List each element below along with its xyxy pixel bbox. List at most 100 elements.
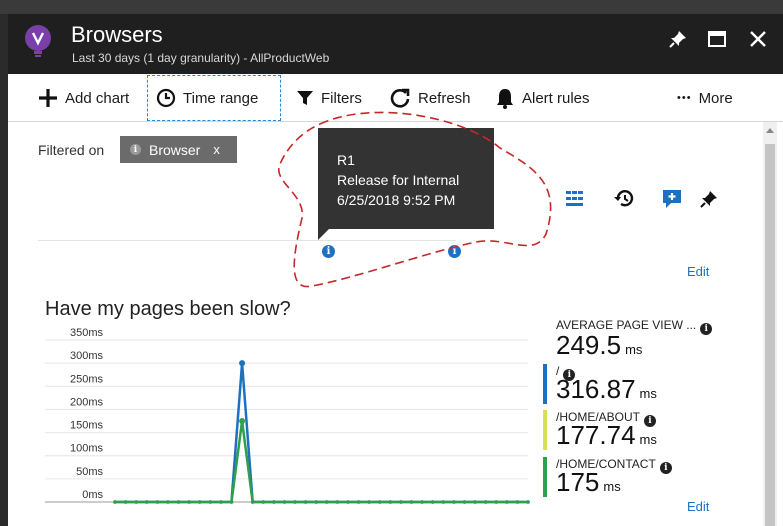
data-point: [409, 500, 414, 504]
metric-value-average: 249.5 ms: [556, 330, 643, 360]
filter-chip-label: Browser: [149, 141, 201, 158]
data-point: [505, 500, 509, 504]
data-point: [293, 500, 297, 504]
data-point: [335, 500, 340, 504]
edit-link[interactable]: Edit: [687, 264, 709, 279]
series-color-bar-root: [543, 364, 547, 404]
data-point: [452, 500, 456, 504]
data-point: [113, 500, 117, 504]
y-tick-label: 350ms: [70, 327, 104, 339]
remove-filter-button[interactable]: x: [213, 142, 220, 157]
pin-icon[interactable]: [665, 26, 691, 52]
data-point: [123, 500, 128, 504]
data-point: [282, 500, 287, 504]
data-point: [239, 418, 246, 424]
data-point: [430, 500, 435, 504]
maximize-icon[interactable]: [704, 26, 730, 52]
data-point: [483, 500, 488, 504]
funnel-icon: [297, 91, 313, 105]
close-icon[interactable]: [745, 26, 771, 52]
data-point: [399, 500, 403, 504]
data-point: [377, 500, 382, 504]
y-tick-label: 200ms: [70, 396, 104, 408]
data-point: [239, 360, 246, 367]
edit-link[interactable]: Edit: [687, 499, 709, 514]
tooltip-description: Release for Internal: [337, 172, 460, 188]
tooltip-timestamp: 6/25/2018 9:52 PM: [337, 192, 456, 208]
annotation-tooltip: R1 Release for Internal 6/25/2018 9:52 P…: [318, 128, 494, 229]
annotation-marker[interactable]: i: [322, 245, 335, 258]
blade-subtitle: Last 30 days (1 day granularity) - AllPr…: [72, 51, 330, 65]
scroll-up-arrow-icon[interactable]: [766, 128, 774, 133]
line-chart: 0ms 50ms 100ms 150ms 200ms 250ms 300ms 350ms: [45, 327, 530, 504]
filtered-on-label: Filtered on: [38, 142, 105, 158]
data-point: [494, 500, 499, 504]
y-tick-label: 50ms: [76, 466, 103, 478]
chart-title: Have my pages been slow?: [45, 298, 291, 320]
lightbulb-icon: [22, 24, 54, 60]
data-point: [229, 500, 234, 504]
data-point: [324, 500, 329, 504]
browsers-blade: Browsers Last 30 days (1 day granularity…: [8, 14, 783, 526]
series-color-bar-home-about: [543, 410, 547, 450]
refresh-button[interactable]: Refresh: [389, 74, 471, 122]
data-point: [515, 500, 520, 504]
y-tick-label: 250ms: [70, 373, 104, 385]
y-tick-label: 150ms: [70, 420, 104, 432]
time-range-label: Time range: [183, 89, 259, 107]
data-point: [197, 500, 202, 504]
data-point: [250, 500, 255, 504]
grid-view-icon[interactable]: [562, 186, 588, 212]
data-point: [303, 500, 308, 504]
data-point: [187, 500, 191, 504]
blade-title: Browsers: [71, 22, 163, 47]
info-icon[interactable]: i: [700, 323, 713, 335]
plus-icon: [39, 89, 57, 107]
time-range-button[interactable]: Time range: [147, 75, 281, 121]
data-point: [356, 500, 361, 504]
y-tick-label: 100ms: [70, 443, 104, 455]
data-point: [176, 500, 181, 504]
metric-value-root: 316.87 ms: [556, 374, 657, 404]
info-icon[interactable]: i: [659, 462, 672, 474]
data-point: [462, 500, 467, 504]
data-point: [261, 500, 266, 504]
series-line: [115, 420, 528, 504]
tooltip-pointer: [318, 228, 330, 240]
alert-rules-label: Alert rules: [522, 89, 590, 107]
metric-value-home-about: 177.74 ms: [556, 420, 657, 450]
vertical-scrollbar[interactable]: [763, 122, 777, 526]
data-point: [367, 500, 371, 504]
pin-to-dashboard-icon[interactable]: [696, 186, 722, 212]
more-label: More: [698, 89, 733, 107]
data-point: [420, 500, 424, 504]
filters-button[interactable]: Filters: [296, 74, 362, 122]
annotation-marker[interactable]: i: [448, 245, 461, 258]
filters-label: Filters: [321, 89, 362, 107]
add-chart-label: Add chart: [65, 89, 130, 107]
annotation-timeline: [38, 240, 456, 241]
data-point: [272, 500, 276, 504]
data-point: [208, 500, 213, 504]
data-point: [219, 500, 223, 504]
scrollbar-thumb[interactable]: [765, 144, 775, 526]
data-point: [166, 500, 170, 504]
data-point: [144, 500, 149, 504]
data-point: [388, 500, 393, 504]
history-icon[interactable]: [611, 186, 637, 212]
refresh-label: Refresh: [418, 89, 471, 107]
command-toolbar: Add chart Time range Filters Refresh Ale…: [8, 74, 783, 122]
browser-filter-chip[interactable]: i Browser x: [120, 136, 237, 163]
outer-frame-strip: [0, 0, 783, 14]
more-dots-icon: •••: [677, 92, 692, 104]
series-color-bar-home-contact: [543, 457, 547, 497]
blade-title-bar: Browsers Last 30 days (1 day granularity…: [8, 14, 783, 74]
add-chart-button[interactable]: Add chart: [38, 74, 129, 122]
more-button[interactable]: ••• More: [677, 74, 733, 122]
add-annotation-icon[interactable]: [659, 186, 685, 212]
alert-rules-button[interactable]: Alert rules: [495, 74, 590, 122]
data-point: [441, 500, 446, 504]
info-icon: i: [130, 144, 141, 155]
data-point: [526, 500, 530, 504]
data-point: [314, 500, 319, 504]
